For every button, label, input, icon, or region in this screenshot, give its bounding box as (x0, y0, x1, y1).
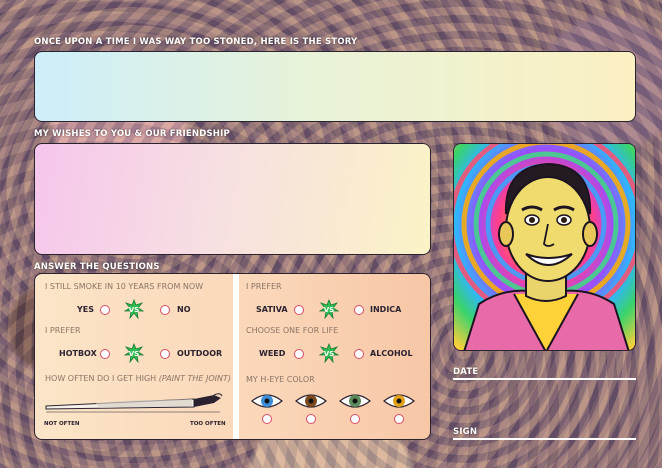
question-prefer-location: I PREFER (45, 326, 81, 335)
date-label: DATE (453, 367, 479, 377)
vs-leaf-icon: VS (319, 343, 339, 363)
radio-eye-brown[interactable] (306, 414, 316, 424)
radio-eye-blue[interactable] (262, 414, 272, 424)
portrait-image (453, 143, 636, 351)
option-sativa-label: SATIVA (256, 305, 288, 314)
question-how-often-high: HOW OFTEN DO I GET HIGH (PAINT THE JOINT… (45, 374, 231, 383)
vs-text: VS (129, 350, 139, 358)
questions-panel: I STILL SMOKE IN 10 YEARS FROM NOW YES V… (34, 273, 431, 440)
radio-eye-amber[interactable] (394, 414, 404, 424)
radio-alcohol[interactable] (354, 349, 364, 359)
joint-scale-icon[interactable] (44, 391, 224, 413)
vs-text: VS (324, 350, 334, 358)
sign-field[interactable] (453, 438, 636, 440)
vs-text: VS (129, 306, 139, 314)
radio-yes[interactable] (100, 305, 110, 315)
radio-no[interactable] (160, 305, 170, 315)
question-how-often-title: HOW OFTEN DO I GET HIGH (45, 374, 159, 383)
vs-text: VS (324, 306, 334, 314)
vs-leaf-icon: VS (124, 343, 144, 363)
questions-divider (233, 274, 239, 439)
option-no-label: NO (177, 305, 191, 314)
vs-leaf-icon: VS (124, 299, 144, 319)
radio-sativa[interactable] (294, 305, 304, 315)
scale-max-label: TOO OFTEN (190, 421, 226, 427)
amber-eye-icon (383, 394, 415, 408)
question-prefer-strain: I PREFER (246, 282, 282, 291)
option-indica-label: INDICA (370, 305, 402, 314)
vs-leaf-icon: VS (319, 299, 339, 319)
question-smoke-in-10-years: I STILL SMOKE IN 10 YEARS FROM NOW (45, 282, 204, 291)
option-yes-label: YES (77, 305, 95, 314)
radio-hotbox[interactable] (100, 349, 110, 359)
green-eye-icon (339, 394, 371, 408)
paint-the-joint-hint: (PAINT THE JOINT) (158, 374, 232, 383)
wishes-label: MY WISHES TO YOU & OUR FRIENDSHIP (34, 129, 230, 139)
radio-eye-green[interactable] (350, 414, 360, 424)
brown-eye-icon (295, 394, 327, 408)
story-label: ONCE UPON A TIME I WAS WAY TOO STONED, H… (34, 37, 358, 47)
portrait-illustration (454, 144, 635, 350)
date-field[interactable] (453, 378, 636, 380)
radio-indica[interactable] (354, 305, 364, 315)
option-weed-label: WEED (259, 349, 286, 358)
wishes-textarea[interactable] (34, 143, 431, 255)
radio-outdoor[interactable] (160, 349, 170, 359)
question-choose-for-life: CHOOSE ONE FOR LIFE (246, 326, 339, 335)
questions-label: ANSWER THE QUESTIONS (34, 262, 160, 272)
question-eye-color: MY H-EYE COLOR (246, 375, 315, 384)
radio-weed[interactable] (294, 349, 304, 359)
option-outdoor-label: OUTDOOR (177, 349, 223, 358)
option-alcohol-label: ALCOHOL (370, 349, 413, 358)
sign-label: SIGN (453, 427, 478, 437)
option-hotbox-label: HOTBOX (59, 349, 97, 358)
blue-eye-icon (251, 394, 283, 408)
scale-min-label: NOT OFTEN (44, 421, 80, 427)
story-textarea[interactable] (34, 51, 636, 122)
